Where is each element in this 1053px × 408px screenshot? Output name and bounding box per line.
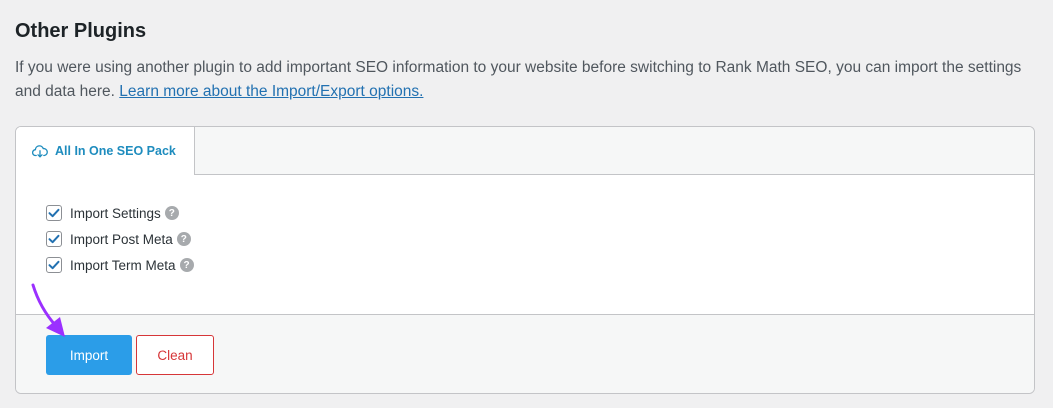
learn-more-link[interactable]: Learn more about the Import/Export optio… — [119, 83, 423, 100]
import-options: Import Settings ? Import Post Meta ? Imp… — [16, 175, 1034, 314]
tab-all-in-one-seo-pack[interactable]: All In One SEO Pack — [16, 127, 195, 175]
import-term-meta-label: Import Term Meta — [70, 257, 176, 273]
import-settings-checkbox[interactable] — [46, 205, 62, 221]
annotation-arrow-icon — [31, 283, 65, 337]
import-settings-label: Import Settings — [70, 205, 161, 221]
help-icon[interactable]: ? — [176, 232, 191, 246]
plugin-tab-bar: All In One SEO Pack — [16, 127, 1034, 175]
tab-label: All In One SEO Pack — [55, 144, 176, 158]
help-icon[interactable]: ? — [164, 206, 179, 220]
option-import-term-meta[interactable]: Import Term Meta ? — [46, 257, 194, 273]
import-post-meta-label: Import Post Meta — [70, 231, 173, 247]
import-post-meta-checkbox[interactable] — [46, 231, 62, 247]
panel-footer: Import Clean — [16, 314, 1034, 393]
import-term-meta-checkbox[interactable] — [46, 257, 62, 273]
option-import-settings[interactable]: Import Settings ? — [46, 205, 179, 221]
clean-button[interactable]: Clean — [136, 335, 214, 375]
option-import-post-meta[interactable]: Import Post Meta ? — [46, 231, 191, 247]
page-title: Other Plugins — [15, 20, 147, 42]
cloud-download-icon — [32, 144, 48, 158]
import-panel: All In One SEO Pack Import Settings ? Im… — [15, 126, 1035, 394]
help-icon[interactable]: ? — [179, 258, 194, 272]
page-description: If you were using another plugin to add … — [15, 56, 1035, 104]
